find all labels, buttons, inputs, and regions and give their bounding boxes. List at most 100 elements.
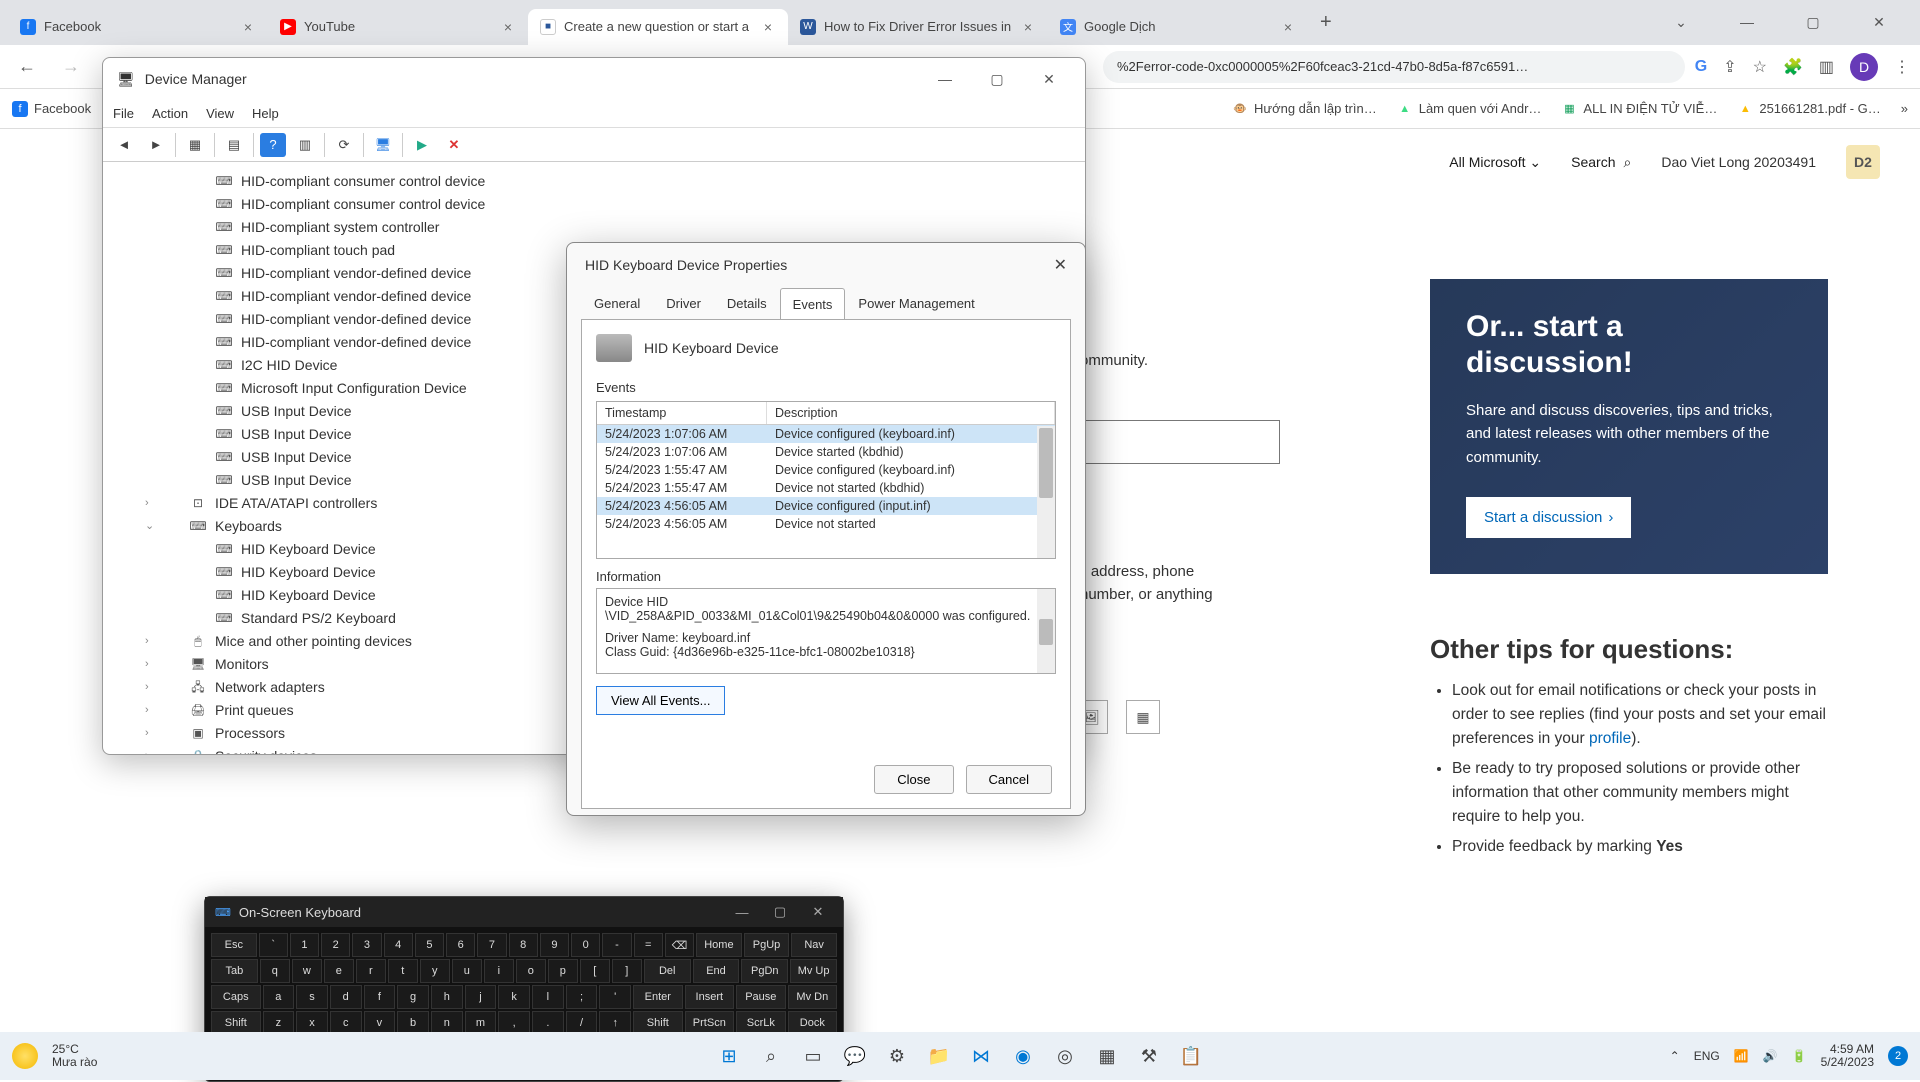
event-row[interactable]: 5/24/2023 1:07:06 AMDevice started (kbdh…	[597, 443, 1055, 461]
osk-key[interactable]: Nav	[791, 933, 837, 957]
tab-driver[interactable]: Driver	[653, 287, 714, 319]
osk-key[interactable]: s	[296, 985, 328, 1009]
osk-key[interactable]: i	[484, 959, 514, 983]
close-icon[interactable]: ×	[240, 19, 256, 35]
enable-icon[interactable]: ▶	[409, 133, 435, 157]
back-icon[interactable]: ←	[10, 56, 44, 77]
osk-key[interactable]: t	[388, 959, 418, 983]
osk-key[interactable]: 6	[446, 933, 475, 957]
expand-icon[interactable]: ›	[145, 699, 149, 722]
close-button[interactable]: Close	[874, 765, 953, 794]
osk-key[interactable]: f	[364, 985, 396, 1009]
edge-icon[interactable]: ◉	[1007, 1040, 1039, 1072]
bookmark-overflow[interactable]: »	[1901, 101, 1908, 116]
event-row[interactable]: 5/24/2023 1:55:47 AMDevice not started (…	[597, 479, 1055, 497]
collapse-icon[interactable]: ⌄	[145, 515, 154, 538]
osk-key[interactable]: 9	[540, 933, 569, 957]
weather-icon[interactable]	[12, 1043, 38, 1069]
cancel-button[interactable]: Cancel	[966, 765, 1052, 794]
tab-details[interactable]: Details	[714, 287, 780, 319]
chevron-down-icon[interactable]: ⌄	[1658, 14, 1704, 31]
expand-icon[interactable]: ›	[145, 676, 149, 699]
close-icon[interactable]: ✕	[803, 904, 833, 920]
wifi-icon[interactable]: 📶	[1734, 1049, 1749, 1063]
osk-key[interactable]: Esc	[211, 933, 257, 957]
osk-key[interactable]: 8	[509, 933, 538, 957]
scrollbar[interactable]	[1037, 426, 1055, 558]
monitor-icon[interactable]: 🖥	[370, 133, 396, 157]
chrome-icon[interactable]: ◎	[1049, 1040, 1081, 1072]
minimize-icon[interactable]: —	[1724, 14, 1770, 31]
osk-key[interactable]: 4	[384, 933, 413, 957]
osk-key[interactable]: j	[465, 985, 497, 1009]
osk-key[interactable]: PgUp	[744, 933, 790, 957]
menu-icon[interactable]: ⋮	[1894, 57, 1910, 77]
vscode-icon[interactable]: ⋈	[965, 1040, 997, 1072]
tree-device-item[interactable]: ⌨HID-compliant consumer control device	[163, 193, 1085, 216]
osk-key[interactable]: q	[260, 959, 290, 983]
event-row[interactable]: 5/24/2023 4:56:05 AMDevice configured (i…	[597, 497, 1055, 515]
star-icon[interactable]: ☆	[1753, 57, 1767, 77]
osk-key[interactable]: 3	[352, 933, 381, 957]
osk-key[interactable]: 2	[321, 933, 350, 957]
osk-key[interactable]: 1	[290, 933, 319, 957]
start-discussion-button[interactable]: Start a discussion ›	[1466, 497, 1631, 538]
help-icon[interactable]: ?	[260, 133, 286, 157]
close-icon[interactable]: ✕	[1856, 14, 1902, 31]
osk-titlebar[interactable]: ⌨ On-Screen Keyboard — ▢ ✕	[205, 897, 843, 927]
osk-key[interactable]: End	[693, 959, 740, 983]
back-icon[interactable]: ◄	[111, 133, 137, 157]
url-input[interactable]: %2Ferror-code-0xc0000005%2F60fceac3-21cd…	[1103, 51, 1685, 83]
search-button[interactable]: Search ⌕	[1571, 154, 1631, 171]
close-icon[interactable]: ×	[760, 19, 776, 35]
start-icon[interactable]: ⊞	[713, 1040, 745, 1072]
profile-link[interactable]: profile	[1589, 730, 1631, 747]
update-icon[interactable]: ⟳	[331, 133, 357, 157]
osk-key[interactable]: g	[397, 985, 429, 1009]
notification-badge[interactable]: 2	[1888, 1046, 1908, 1066]
tab-create-question[interactable]: ■Create a new question or start a×	[528, 9, 788, 45]
bookmark-facebook[interactable]: fFacebook	[12, 101, 91, 117]
search-icon[interactable]: ⌕	[755, 1040, 787, 1072]
osk-key[interactable]: Mv Up	[790, 959, 837, 983]
dm-titlebar[interactable]: 🖥 Device Manager — ▢ ✕	[103, 58, 1085, 100]
app-icon[interactable]: ▦	[1091, 1040, 1123, 1072]
tab-google-translate[interactable]: 文Google Dịch×	[1048, 9, 1308, 45]
battery-icon[interactable]: 🔋	[1792, 1049, 1807, 1063]
forward-icon[interactable]: →	[54, 56, 88, 77]
table-icon[interactable]: ▦	[1126, 700, 1160, 734]
col-description[interactable]: Description	[767, 402, 1055, 424]
tab-general[interactable]: General	[581, 287, 653, 319]
tree-device-item[interactable]: ⌨HID-compliant consumer control device	[163, 170, 1085, 193]
osk-key[interactable]: w	[292, 959, 322, 983]
osk-key[interactable]: 0	[571, 933, 600, 957]
events-table[interactable]: Timestamp Description 5/24/2023 1:07:06 …	[596, 401, 1056, 559]
osk-key[interactable]: 7	[477, 933, 506, 957]
osk-key[interactable]: Tab	[211, 959, 258, 983]
forward-icon[interactable]: ►	[143, 133, 169, 157]
clock[interactable]: 4:59 AM5/24/2023	[1821, 1043, 1874, 1069]
osk-key[interactable]: Insert	[685, 985, 735, 1009]
tab-youtube[interactable]: ▶YouTube×	[268, 9, 528, 45]
input-fragment[interactable]	[1080, 420, 1280, 464]
osk-key[interactable]: u	[452, 959, 482, 983]
volume-icon[interactable]: 🔊	[1763, 1049, 1778, 1063]
explorer-icon[interactable]: 📁	[923, 1040, 955, 1072]
show-hide-icon[interactable]: ▦	[182, 133, 208, 157]
google-icon[interactable]: G	[1695, 58, 1707, 76]
col-timestamp[interactable]: Timestamp	[597, 402, 767, 424]
user-badge[interactable]: D2	[1846, 145, 1880, 179]
tab-events[interactable]: Events	[780, 288, 846, 320]
osk-key[interactable]: ]	[612, 959, 642, 983]
osk-key[interactable]: ⌫	[665, 933, 694, 957]
osk-key[interactable]: Mv Dn	[788, 985, 838, 1009]
menu-view[interactable]: View	[206, 106, 234, 121]
osk-key[interactable]: Enter	[633, 985, 683, 1009]
maximize-icon[interactable]: ▢	[1790, 14, 1836, 31]
all-microsoft-dropdown[interactable]: All Microsoft ⌄	[1449, 154, 1541, 171]
bookmark-1[interactable]: 🐵Hướng dẫn lập trìn…	[1232, 101, 1377, 117]
osk-key[interactable]: `	[259, 933, 288, 957]
minimize-icon[interactable]: —	[727, 905, 757, 920]
osk-key[interactable]: '	[599, 985, 631, 1009]
osk-key[interactable]: Home	[696, 933, 742, 957]
